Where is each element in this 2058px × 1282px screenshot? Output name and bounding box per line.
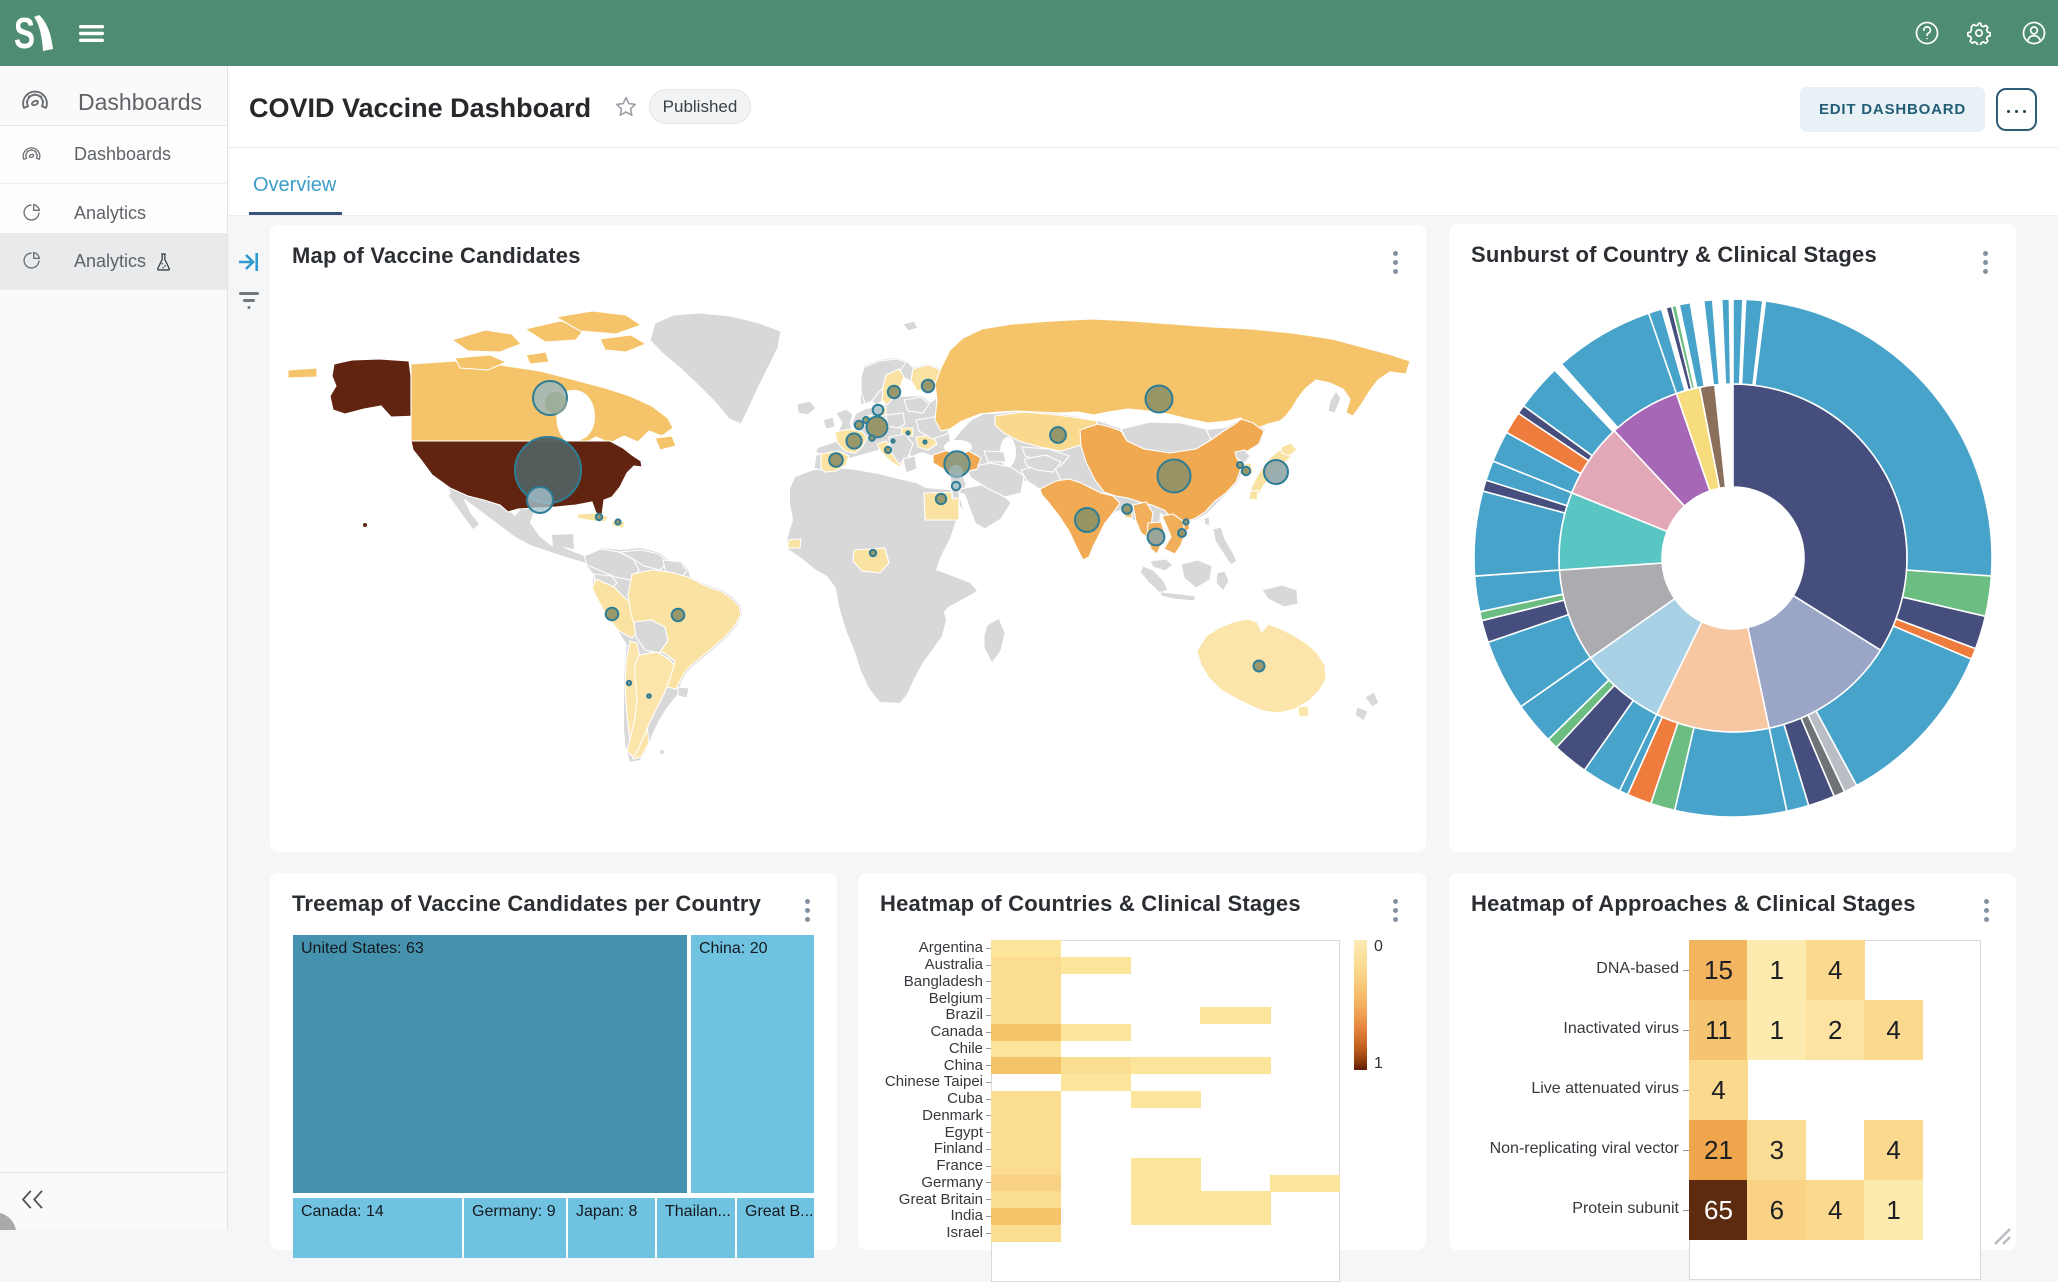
svg-text:S: S [15,14,35,52]
